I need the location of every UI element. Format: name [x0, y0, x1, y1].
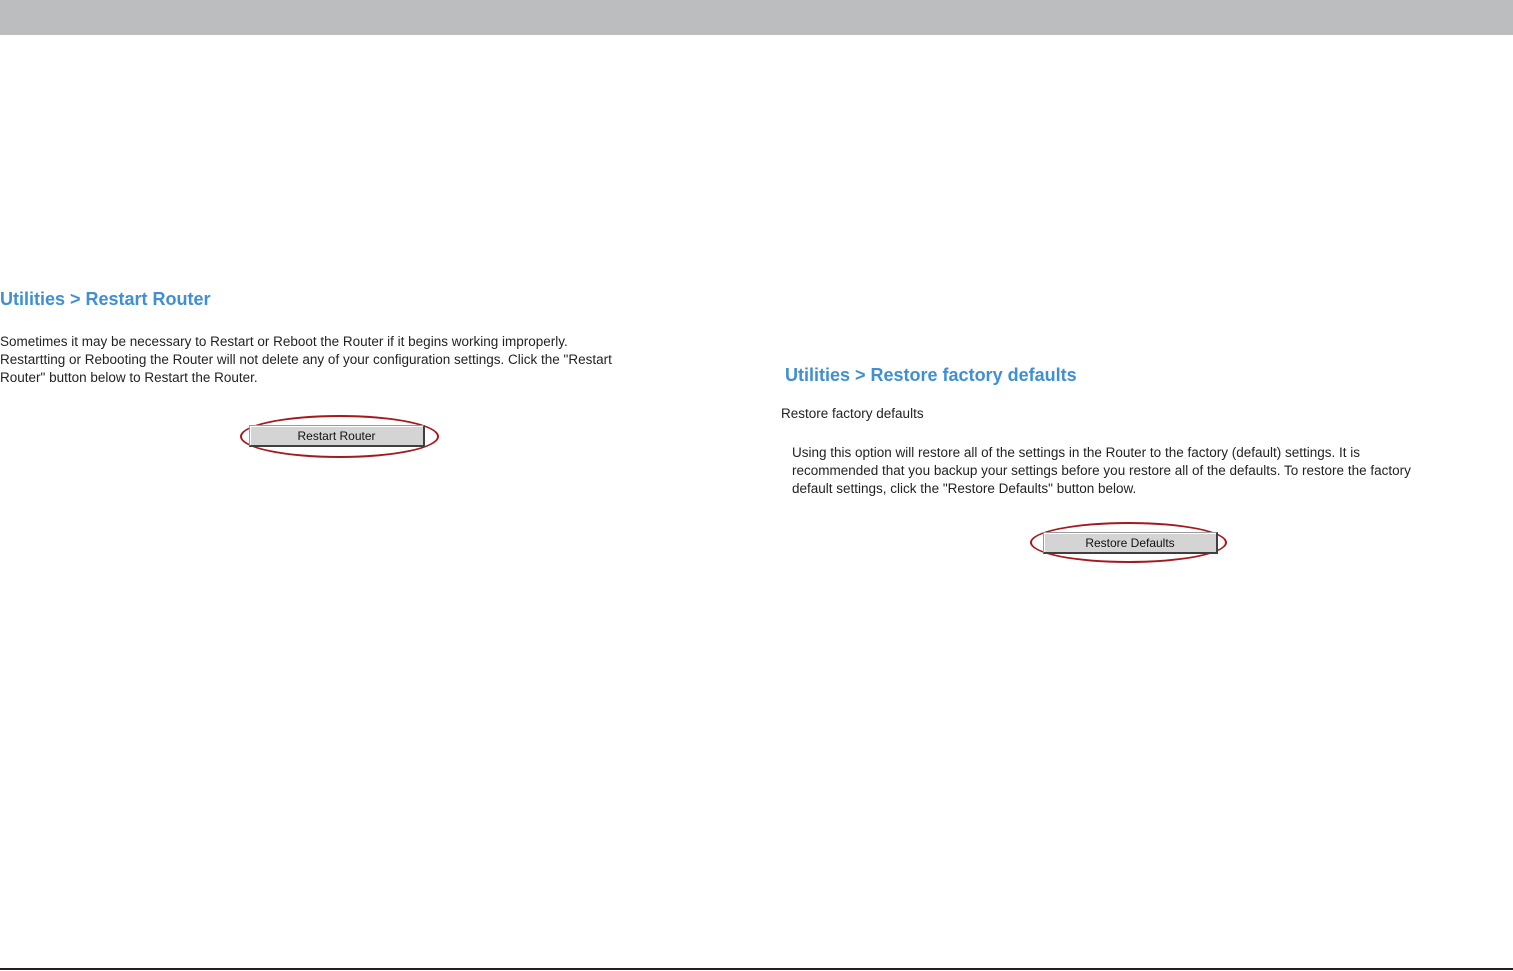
restore-defaults-heading: Utilities > Restore factory defaults [785, 365, 1077, 385]
restore-description-line-2: recommended that you backup your setting… [792, 463, 1411, 478]
restart-description-line-3: Router" button below to Restart the Rout… [0, 370, 258, 385]
restart-description-line-2: Restartting or Rebooting the Router will… [0, 352, 612, 367]
restore-defaults-subtitle: Restore factory defaults [781, 406, 924, 421]
restore-description-line-3: default settings, click the "Restore Def… [792, 481, 1137, 496]
restore-defaults-description: Using this option will restore all of th… [792, 444, 1482, 498]
top-bar [0, 0, 1513, 35]
restore-defaults-button[interactable]: Restore Defaults [1043, 532, 1218, 554]
restart-router-heading: Utilities > Restart Router [0, 289, 211, 309]
restart-description-line-1: Sometimes it may be necessary to Restart… [0, 334, 568, 349]
restore-description-line-1: Using this option will restore all of th… [792, 445, 1361, 460]
bottom-divider [0, 968, 1513, 970]
restart-router-description: Sometimes it may be necessary to Restart… [0, 333, 700, 387]
restart-router-button[interactable]: Restart Router [249, 425, 425, 447]
